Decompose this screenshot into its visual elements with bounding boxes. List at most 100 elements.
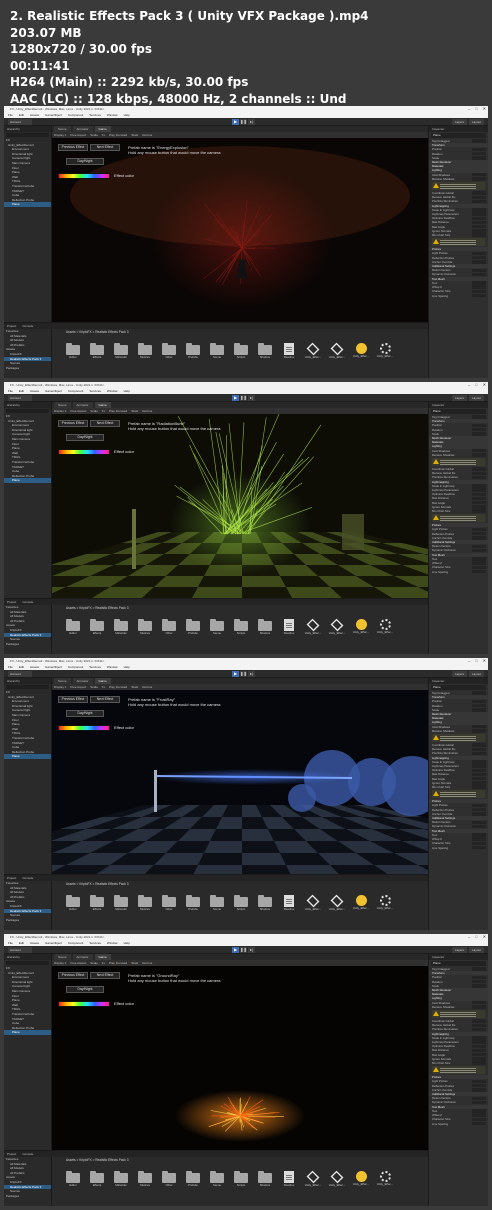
asset-item[interactable]: Meshes: [136, 343, 154, 359]
inspector-field-value[interactable]: [472, 1061, 486, 1065]
asset-item[interactable]: Effects: [88, 1171, 106, 1187]
account-dropdown[interactable]: Account: [8, 119, 32, 125]
hierarchy-search-input[interactable]: [6, 961, 49, 965]
breadcrumb[interactable]: Assets > KriptoFX > Realistic Effects Pa…: [52, 605, 428, 611]
inspector-field-value[interactable]: [472, 453, 486, 457]
project-tree-item[interactable]: Packages: [4, 918, 51, 923]
asset-item[interactable]: Unity_Effec...: [328, 618, 346, 635]
effect-color-slider[interactable]: [58, 1001, 110, 1007]
toolbar-dropdown[interactable]: Layers: [451, 671, 467, 677]
inspector-field[interactable]: Receive Shadows: [429, 729, 488, 733]
object-name-field[interactable]: Plane: [431, 133, 486, 138]
tab-inspector[interactable]: Inspector: [429, 954, 488, 960]
game-viewport[interactable]: Previous Effect Next Effect Day/Night Effec…: [52, 690, 428, 874]
toolbar-dropdown[interactable]: Layout: [468, 947, 484, 953]
inspector-field-value[interactable]: [472, 569, 486, 574]
asset-item[interactable]: Scene: [208, 619, 226, 635]
asset-item[interactable]: Unity_Effec...: [304, 342, 322, 359]
inspector-field-value[interactable]: [472, 509, 486, 513]
tab-hierarchy[interactable]: Hierarchy: [4, 678, 51, 684]
toolbar-dropdown[interactable]: Layout: [468, 119, 484, 125]
asset-item[interactable]: Materials: [112, 343, 130, 359]
asset-item[interactable]: Materials: [112, 895, 130, 911]
asset-item[interactable]: Editor: [64, 1171, 82, 1187]
inspector-field-value[interactable]: [472, 177, 486, 181]
asset-item[interactable]: Editor: [64, 619, 82, 635]
project-tree-item[interactable]: Packages: [4, 642, 51, 647]
play-icon[interactable]: ▶: [232, 119, 239, 125]
tab-project[interactable]: Project: [7, 324, 16, 328]
toolbar-dropdown[interactable]: Layers: [451, 119, 467, 125]
asset-item[interactable]: Other: [160, 895, 178, 911]
inspector-field[interactable]: Line Spacing: [429, 846, 488, 850]
tab-console[interactable]: Console: [22, 324, 33, 328]
next-effect-button[interactable]: Next Effect: [90, 696, 120, 703]
inspector-field[interactable]: Receive Shadows: [429, 453, 488, 457]
project-tree-item[interactable]: Packages: [4, 1194, 51, 1199]
object-name-field[interactable]: Plane: [431, 961, 486, 966]
inspector-field[interactable]: Receive Shadows: [429, 177, 488, 181]
effect-color-slider[interactable]: [58, 725, 110, 731]
asset-item[interactable]: Unity_Effec...: [328, 1170, 346, 1187]
inspector-field[interactable]: Line Spacing: [429, 294, 488, 298]
project-tree-item[interactable]: Packages: [4, 366, 51, 371]
asset-item[interactable]: Materials: [112, 619, 130, 635]
tab-inspector[interactable]: Inspector: [429, 126, 488, 132]
day-night-button[interactable]: Day/Night: [66, 158, 104, 165]
hierarchy-search-input[interactable]: [6, 685, 49, 689]
breadcrumb[interactable]: Assets > KriptoFX > Realistic Effects Pa…: [52, 881, 428, 887]
asset-item[interactable]: Unity_Effec...: [304, 1170, 322, 1187]
previous-effect-button[interactable]: Previous Effect: [58, 144, 88, 151]
tab-console[interactable]: Console: [22, 876, 33, 880]
account-dropdown[interactable]: Account: [8, 395, 32, 401]
inspector-field-value[interactable]: [472, 729, 486, 733]
step-icon[interactable]: ▸|: [248, 119, 255, 125]
asset-item[interactable]: Unity_Effec...: [328, 342, 346, 359]
asset-item[interactable]: Effects: [88, 343, 106, 359]
game-viewport[interactable]: Previous Effect Next Effect Day/Night Effec…: [52, 414, 428, 598]
asset-item[interactable]: Unity_Effec...: [304, 618, 322, 635]
object-name-field[interactable]: Plane: [431, 685, 486, 690]
asset-item[interactable]: Scene: [208, 1171, 226, 1187]
pause-icon[interactable]: ❚❚: [240, 671, 247, 677]
asset-item[interactable]: Effects: [88, 895, 106, 911]
inspector-field-value[interactable]: [472, 785, 486, 789]
breadcrumb[interactable]: Assets > KriptoFX > Realistic Effects Pa…: [52, 1157, 428, 1163]
game-viewport[interactable]: Previous Effect Next Effect Day/Night Effec…: [52, 138, 428, 322]
asset-item[interactable]: Readme: [280, 895, 298, 911]
day-night-button[interactable]: Day/Night: [66, 710, 104, 717]
asset-item[interactable]: Unity_Effec...: [376, 343, 394, 359]
inspector-field[interactable]: Receive Shadows: [429, 1005, 488, 1009]
toolbar-dropdown[interactable]: Layout: [468, 395, 484, 401]
inspector-field-value[interactable]: [472, 233, 486, 237]
asset-item[interactable]: Meshes: [136, 895, 154, 911]
asset-item[interactable]: Meshes: [136, 619, 154, 635]
account-dropdown[interactable]: Account: [8, 671, 32, 677]
tab-inspector[interactable]: Inspector: [429, 402, 488, 408]
inspector-field[interactable]: Min Chart Size: [429, 509, 488, 513]
account-dropdown[interactable]: Account: [8, 947, 32, 953]
inspector-field[interactable]: Min Chart Size: [429, 233, 488, 237]
asset-item[interactable]: Shaders: [256, 343, 274, 359]
tab-hierarchy[interactable]: Hierarchy: [4, 402, 51, 408]
pause-icon[interactable]: ❚❚: [240, 119, 247, 125]
asset-item[interactable]: Shaders: [256, 895, 274, 911]
hierarchy-item[interactable]: Plane: [4, 1030, 51, 1035]
pause-icon[interactable]: ❚❚: [240, 395, 247, 401]
inspector-field[interactable]: Line Spacing: [429, 570, 488, 574]
asset-item[interactable]: Shaders: [256, 619, 274, 635]
hierarchy-search-input[interactable]: [6, 409, 49, 413]
asset-item[interactable]: Unity_Effec...: [376, 619, 394, 635]
asset-item[interactable]: Prefabs: [184, 343, 202, 359]
asset-item[interactable]: Scene: [208, 343, 226, 359]
asset-item[interactable]: Unity_Effec...: [304, 894, 322, 911]
asset-item[interactable]: Other: [160, 343, 178, 359]
step-icon[interactable]: ▸|: [248, 395, 255, 401]
asset-item[interactable]: Other: [160, 1171, 178, 1187]
hierarchy-item[interactable]: Plane: [4, 202, 51, 207]
hierarchy-item[interactable]: Plane: [4, 478, 51, 483]
toolbar-dropdown[interactable]: Layers: [451, 947, 467, 953]
asset-item[interactable]: Prefabs: [184, 619, 202, 635]
asset-item[interactable]: Prefabs: [184, 1171, 202, 1187]
asset-item[interactable]: Unity_Effec...: [352, 343, 370, 359]
